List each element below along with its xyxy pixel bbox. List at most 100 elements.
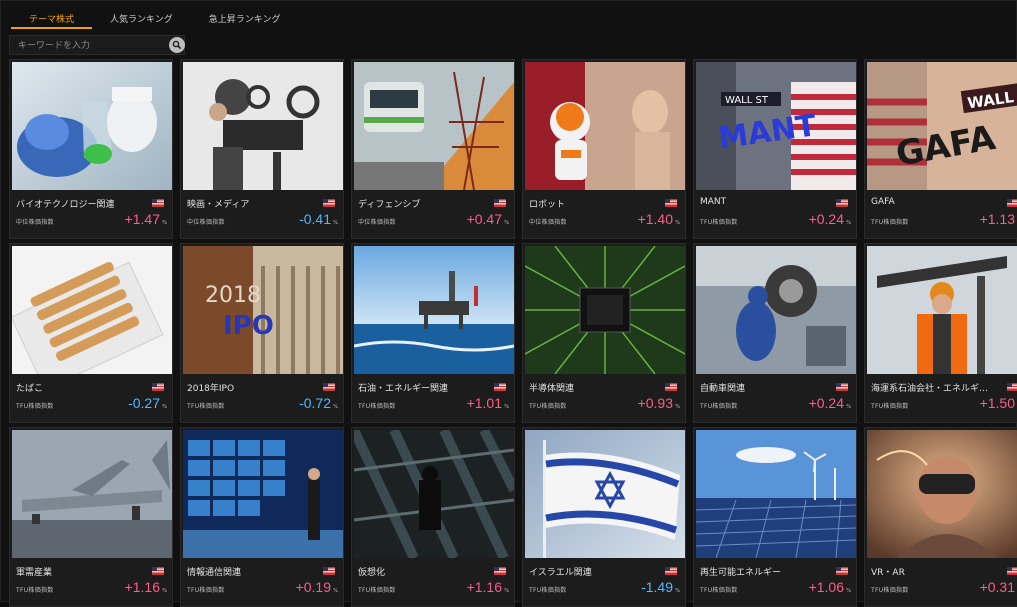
index-label: TFU株価指数 xyxy=(700,587,738,594)
change-value: +0.19 xyxy=(295,579,331,595)
theme-thumbnail xyxy=(183,62,343,190)
change-unit: % xyxy=(504,588,509,594)
theme-card[interactable]: 自動車関連 TFU株価指数 +0.24 % xyxy=(693,243,857,423)
search-box xyxy=(9,35,185,55)
theme-name: MANT xyxy=(700,197,727,207)
us-flag-icon xyxy=(152,567,164,575)
tab-popular-ranking[interactable]: 人気ランキング xyxy=(92,9,191,29)
theme-card[interactable]: 半導体関連 TFU株価指数 +0.93 % xyxy=(522,243,686,423)
tab-rising-ranking[interactable]: 急上昇ランキング xyxy=(191,9,299,29)
theme-card[interactable]: VR・AR TFU株価指数 +0.31 % xyxy=(864,427,1017,607)
index-label: TFU株価指数 xyxy=(187,587,225,594)
us-flag-icon xyxy=(323,383,335,391)
change-unit: % xyxy=(846,404,851,410)
theme-card[interactable]: WALL ST GAFA GAFA TFU株価指数 +1.13 % xyxy=(864,59,1017,239)
theme-card[interactable]: 情報通信関連 TFU株価指数 +0.19 % xyxy=(180,427,344,607)
theme-card[interactable]: WALL ST MANT MANT TFU株価指数 +0.24 % xyxy=(693,59,857,239)
change-unit: % xyxy=(675,404,680,410)
index-label: TFU株価指数 xyxy=(871,403,909,410)
svg-text:IPO: IPO xyxy=(223,311,274,341)
theme-thumbnail: 2018 IPO xyxy=(183,246,343,374)
theme-card[interactable]: 再生可能エネルギー TFU株価指数 +1.06 % xyxy=(693,427,857,607)
index-label: 中位株価指数 xyxy=(358,219,396,226)
theme-name: 再生可能エネルギー xyxy=(700,568,782,578)
theme-thumbnail xyxy=(867,430,1017,558)
us-flag-icon xyxy=(665,383,677,391)
change-value: +1.06 xyxy=(808,579,844,595)
change-unit: % xyxy=(162,588,167,594)
change-value: +0.24 xyxy=(808,211,844,227)
change-value: +0.47 xyxy=(466,211,502,227)
change-value: +1.47 xyxy=(124,211,160,227)
theme-thumbnail xyxy=(867,246,1017,374)
theme-thumbnail xyxy=(12,430,172,558)
index-label: TFU株価指数 xyxy=(871,587,909,594)
change-unit: % xyxy=(504,220,509,226)
theme-name: ロボット xyxy=(529,200,566,210)
theme-thumbnail xyxy=(183,430,343,558)
us-flag-icon xyxy=(152,383,164,391)
us-flag-icon xyxy=(1007,567,1017,575)
change-unit: % xyxy=(675,588,680,594)
theme-card[interactable]: バイオテクノロジー関連 中位株価指数 +1.47 % xyxy=(9,59,173,239)
change-value: -0.27 xyxy=(128,395,160,411)
change-value: -0.41 xyxy=(299,211,331,227)
theme-card[interactable]: イスラエル関連 TFU株価指数 -1.49 % xyxy=(522,427,686,607)
theme-card[interactable]: 2018 IPO 2018年IPO TFU株価指数 -0.72 % xyxy=(180,243,344,423)
theme-thumbnail xyxy=(525,62,685,190)
theme-thumbnail xyxy=(354,430,514,558)
theme-name: 自動車関連 xyxy=(700,384,746,394)
theme-card[interactable]: ディフェンシブ 中位株価指数 +0.47 % xyxy=(351,59,515,239)
index-label: TFU株価指数 xyxy=(16,403,54,410)
change-value: -1.49 xyxy=(641,579,673,595)
theme-card[interactable]: たばこ TFU株価指数 -0.27 % xyxy=(9,243,173,423)
theme-thumbnail xyxy=(696,246,856,374)
index-label: 中位株価指数 xyxy=(529,219,567,226)
change-value: -0.72 xyxy=(299,395,331,411)
index-label: TFU株価指数 xyxy=(529,403,567,410)
theme-card[interactable]: 映画・メディア 中位株価指数 -0.41 % xyxy=(180,59,344,239)
search-button[interactable] xyxy=(169,37,185,53)
index-label: TFU株価指数 xyxy=(871,219,909,226)
change-unit: % xyxy=(333,404,338,410)
theme-thumbnail xyxy=(525,246,685,374)
theme-name: 映画・メディア xyxy=(187,200,250,210)
svg-text:WALL ST: WALL ST xyxy=(725,95,769,106)
theme-card[interactable]: 仮想化 TFU株価指数 +1.16 % xyxy=(351,427,515,607)
theme-thumbnail xyxy=(12,62,172,190)
change-value: +1.13 xyxy=(979,211,1015,227)
us-flag-icon xyxy=(494,383,506,391)
theme-thumbnail xyxy=(354,62,514,190)
theme-card[interactable]: 軍需産業 TFU株価指数 +1.16 % xyxy=(9,427,173,607)
change-value: +1.50 xyxy=(979,395,1015,411)
us-flag-icon xyxy=(836,199,848,207)
theme-name: 2018年IPO xyxy=(187,384,235,394)
us-flag-icon xyxy=(323,567,335,575)
theme-card-grid: バイオテクノロジー関連 中位株価指数 +1.47 % 映画・メディア 中位株価指… xyxy=(9,59,1017,607)
change-unit: % xyxy=(504,404,509,410)
search-input[interactable] xyxy=(16,38,168,54)
theme-card[interactable]: 石油・エネルギー関連 TFU株価指数 +1.01 % xyxy=(351,243,515,423)
change-unit: % xyxy=(846,220,851,226)
index-label: 中位株価指数 xyxy=(16,219,54,226)
change-unit: % xyxy=(333,588,338,594)
us-flag-icon xyxy=(665,567,677,575)
change-unit: % xyxy=(846,588,851,594)
theme-card[interactable]: ロボット 中位株価指数 +1.40 % xyxy=(522,59,686,239)
tab-bar: テーマ株式 人気ランキング 急上昇ランキング xyxy=(11,9,298,29)
change-value: +0.31 xyxy=(979,579,1015,595)
search-icon xyxy=(172,40,182,50)
theme-stock-panel: テーマ株式 人気ランキング 急上昇ランキング キーワードを入力 バイオテクノロジ… xyxy=(0,0,1017,607)
theme-name: 仮想化 xyxy=(358,568,386,578)
us-flag-icon xyxy=(665,199,677,207)
theme-name: たばこ xyxy=(16,384,44,394)
index-label: TFU株価指数 xyxy=(16,587,54,594)
theme-thumbnail: WALL ST GAFA xyxy=(867,62,1017,190)
tab-theme-stocks[interactable]: テーマ株式 xyxy=(11,9,93,29)
theme-card[interactable]: 海運系石油会社・エネルギ… TFU株価指数 +1.50 % xyxy=(864,243,1017,423)
us-flag-icon xyxy=(836,567,848,575)
theme-name: 石油・エネルギー関連 xyxy=(358,384,449,394)
change-unit: % xyxy=(162,404,167,410)
index-label: 中位株価指数 xyxy=(187,219,225,226)
change-unit: % xyxy=(333,220,338,226)
